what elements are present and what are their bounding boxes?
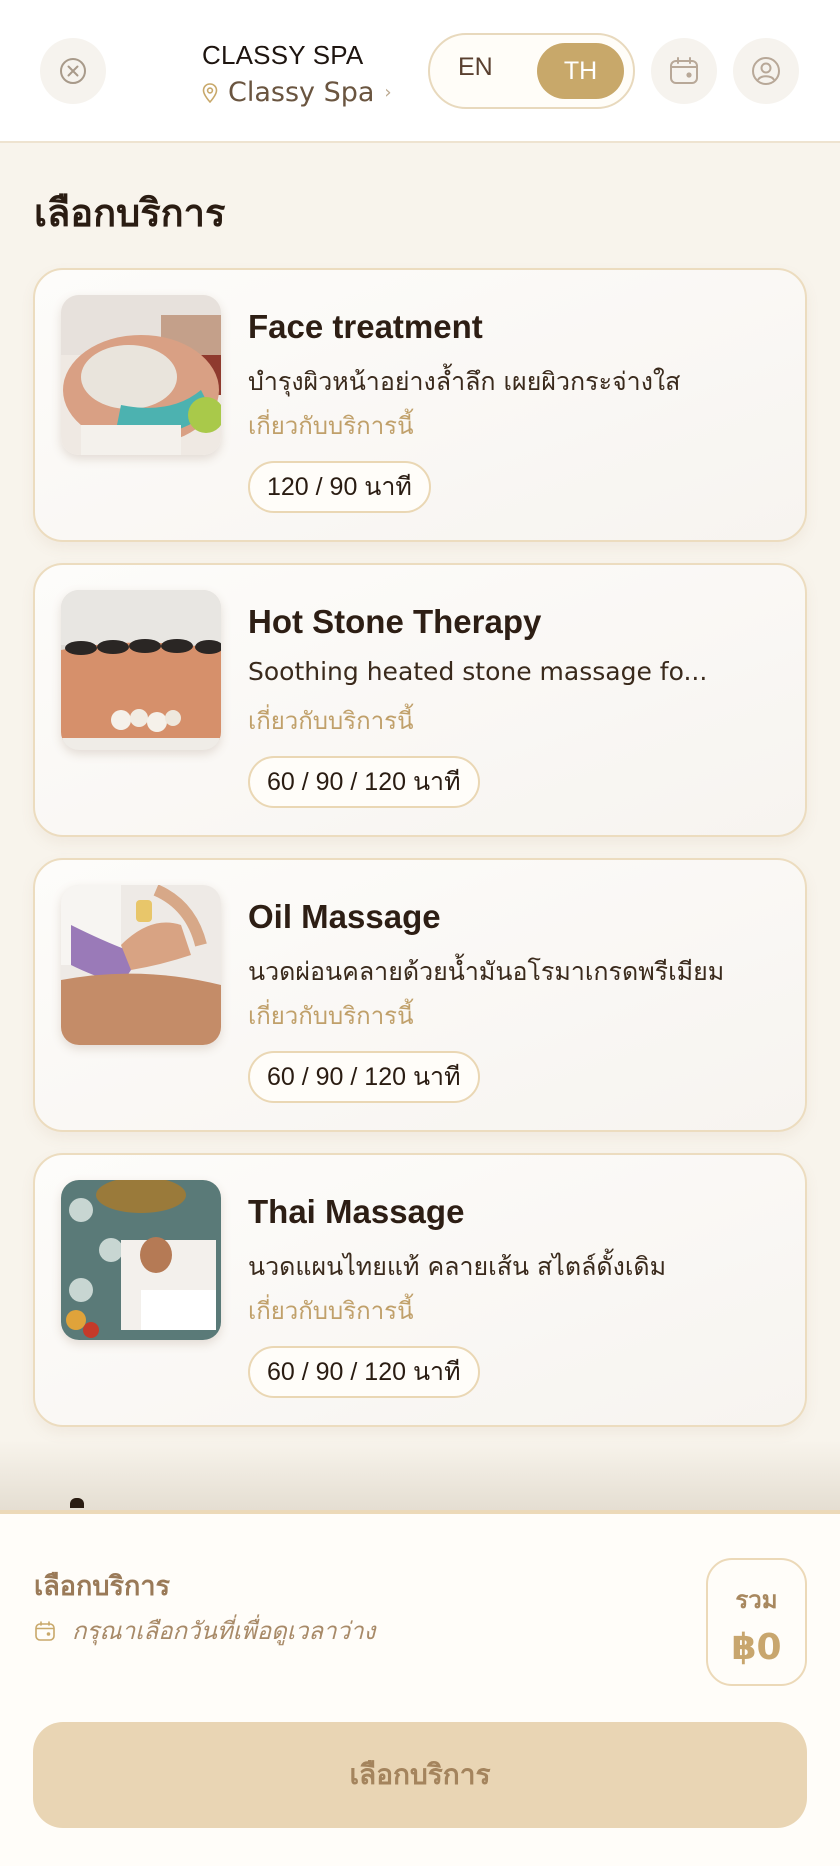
- summary-title: เลือกบริการ: [34, 1571, 170, 1602]
- scroll-fade: [0, 1440, 840, 1516]
- service-title: Oil Massage: [248, 898, 441, 935]
- date-hint-text: กรุณาเลือกวันที่เพื่อดูเวลาว่าง: [72, 1617, 376, 1645]
- next-section-peek: [70, 1498, 84, 1508]
- service-title: Face treatment: [248, 308, 483, 345]
- service-duration-badge: 60 / 90 / 120 นาที: [248, 1346, 480, 1398]
- service-details-link[interactable]: เกี่ยวกับบริการนี้: [248, 406, 413, 445]
- page-title: เลือกบริการ: [34, 191, 226, 235]
- total-value: ฿0: [731, 1627, 782, 1668]
- language-toggle[interactable]: EN TH: [428, 33, 635, 109]
- service-card-hot-stone-therapy[interactable]: Hot Stone Therapy Soothing heated stone …: [33, 563, 807, 837]
- app-header: CLASSY SPA Classy Spa › EN TH: [0, 0, 840, 143]
- select-service-button[interactable]: เลือกบริการ: [33, 1722, 807, 1828]
- service-card-oil-massage[interactable]: Oil Massage นวดผ่อนคลายด้วยน้ำมันอโรมาเก…: [33, 858, 807, 1132]
- location-name: Classy Spa: [228, 77, 375, 108]
- total-label: รวม: [735, 1586, 778, 1614]
- service-duration-badge: 120 / 90 นาที: [248, 461, 431, 513]
- location-pin-icon: [202, 82, 218, 103]
- lang-th-option[interactable]: TH: [537, 43, 624, 99]
- user-icon: [752, 57, 780, 85]
- brand-block: CLASSY SPA Classy Spa ›: [202, 40, 392, 108]
- lang-en-option[interactable]: EN: [458, 53, 493, 82]
- service-card-thai-massage[interactable]: Thai Massage นวดแผนไทยแท้ คลายเส้น สไตล์…: [33, 1153, 807, 1427]
- service-details-link[interactable]: เกี่ยวกับบริการนี้: [248, 1291, 413, 1330]
- service-details-link[interactable]: เกี่ยวกับบริการนี้: [248, 701, 413, 740]
- brand-name: CLASSY SPA: [202, 40, 364, 70]
- service-description: Soothing heated stone massage fo...: [248, 657, 708, 686]
- service-details-link[interactable]: เกี่ยวกับบริการนี้: [248, 996, 413, 1035]
- service-image-face-treatment: [61, 295, 221, 455]
- service-description: นวดผ่อนคลายด้วยน้ำมันอโรมาเกรดพรีเมียม: [248, 957, 725, 986]
- close-button[interactable]: [40, 38, 106, 104]
- profile-button[interactable]: [733, 38, 799, 104]
- service-description: นวดแผนไทยแท้ คลายเส้น สไตล์ดั้งเดิม: [248, 1252, 667, 1281]
- location-selector[interactable]: Classy Spa ›: [202, 77, 392, 108]
- close-icon: [60, 58, 86, 84]
- service-description: บำรุงผิวหน้าอย่างล้ำลึก เผยผิวกระจ่างใส: [248, 367, 681, 396]
- total-box: รวม ฿0: [706, 1558, 807, 1686]
- calendar-icon: [670, 57, 698, 84]
- calendar-icon: [35, 1620, 55, 1641]
- service-image-oil-massage: [61, 885, 221, 1045]
- service-image-hot-stone-therapy: [61, 590, 221, 750]
- service-duration-badge: 60 / 90 / 120 นาที: [248, 756, 480, 808]
- service-title: Thai Massage: [248, 1193, 465, 1230]
- booking-summary-bar: เลือกบริการ กรุณาเลือกวันที่เพื่อดูเวลาว…: [0, 1510, 840, 1866]
- service-title: Hot Stone Therapy: [248, 603, 542, 640]
- service-image-thai-massage: [61, 1180, 221, 1340]
- chevron-right-icon: ›: [384, 82, 392, 103]
- date-hint: กรุณาเลือกวันที่เพื่อดูเวลาว่าง: [34, 1611, 375, 1650]
- service-duration-badge: 60 / 90 / 120 นาที: [248, 1051, 480, 1103]
- service-card-face-treatment[interactable]: Face treatment บำรุงผิวหน้าอย่างล้ำลึก เ…: [33, 268, 807, 542]
- calendar-button[interactable]: [651, 38, 717, 104]
